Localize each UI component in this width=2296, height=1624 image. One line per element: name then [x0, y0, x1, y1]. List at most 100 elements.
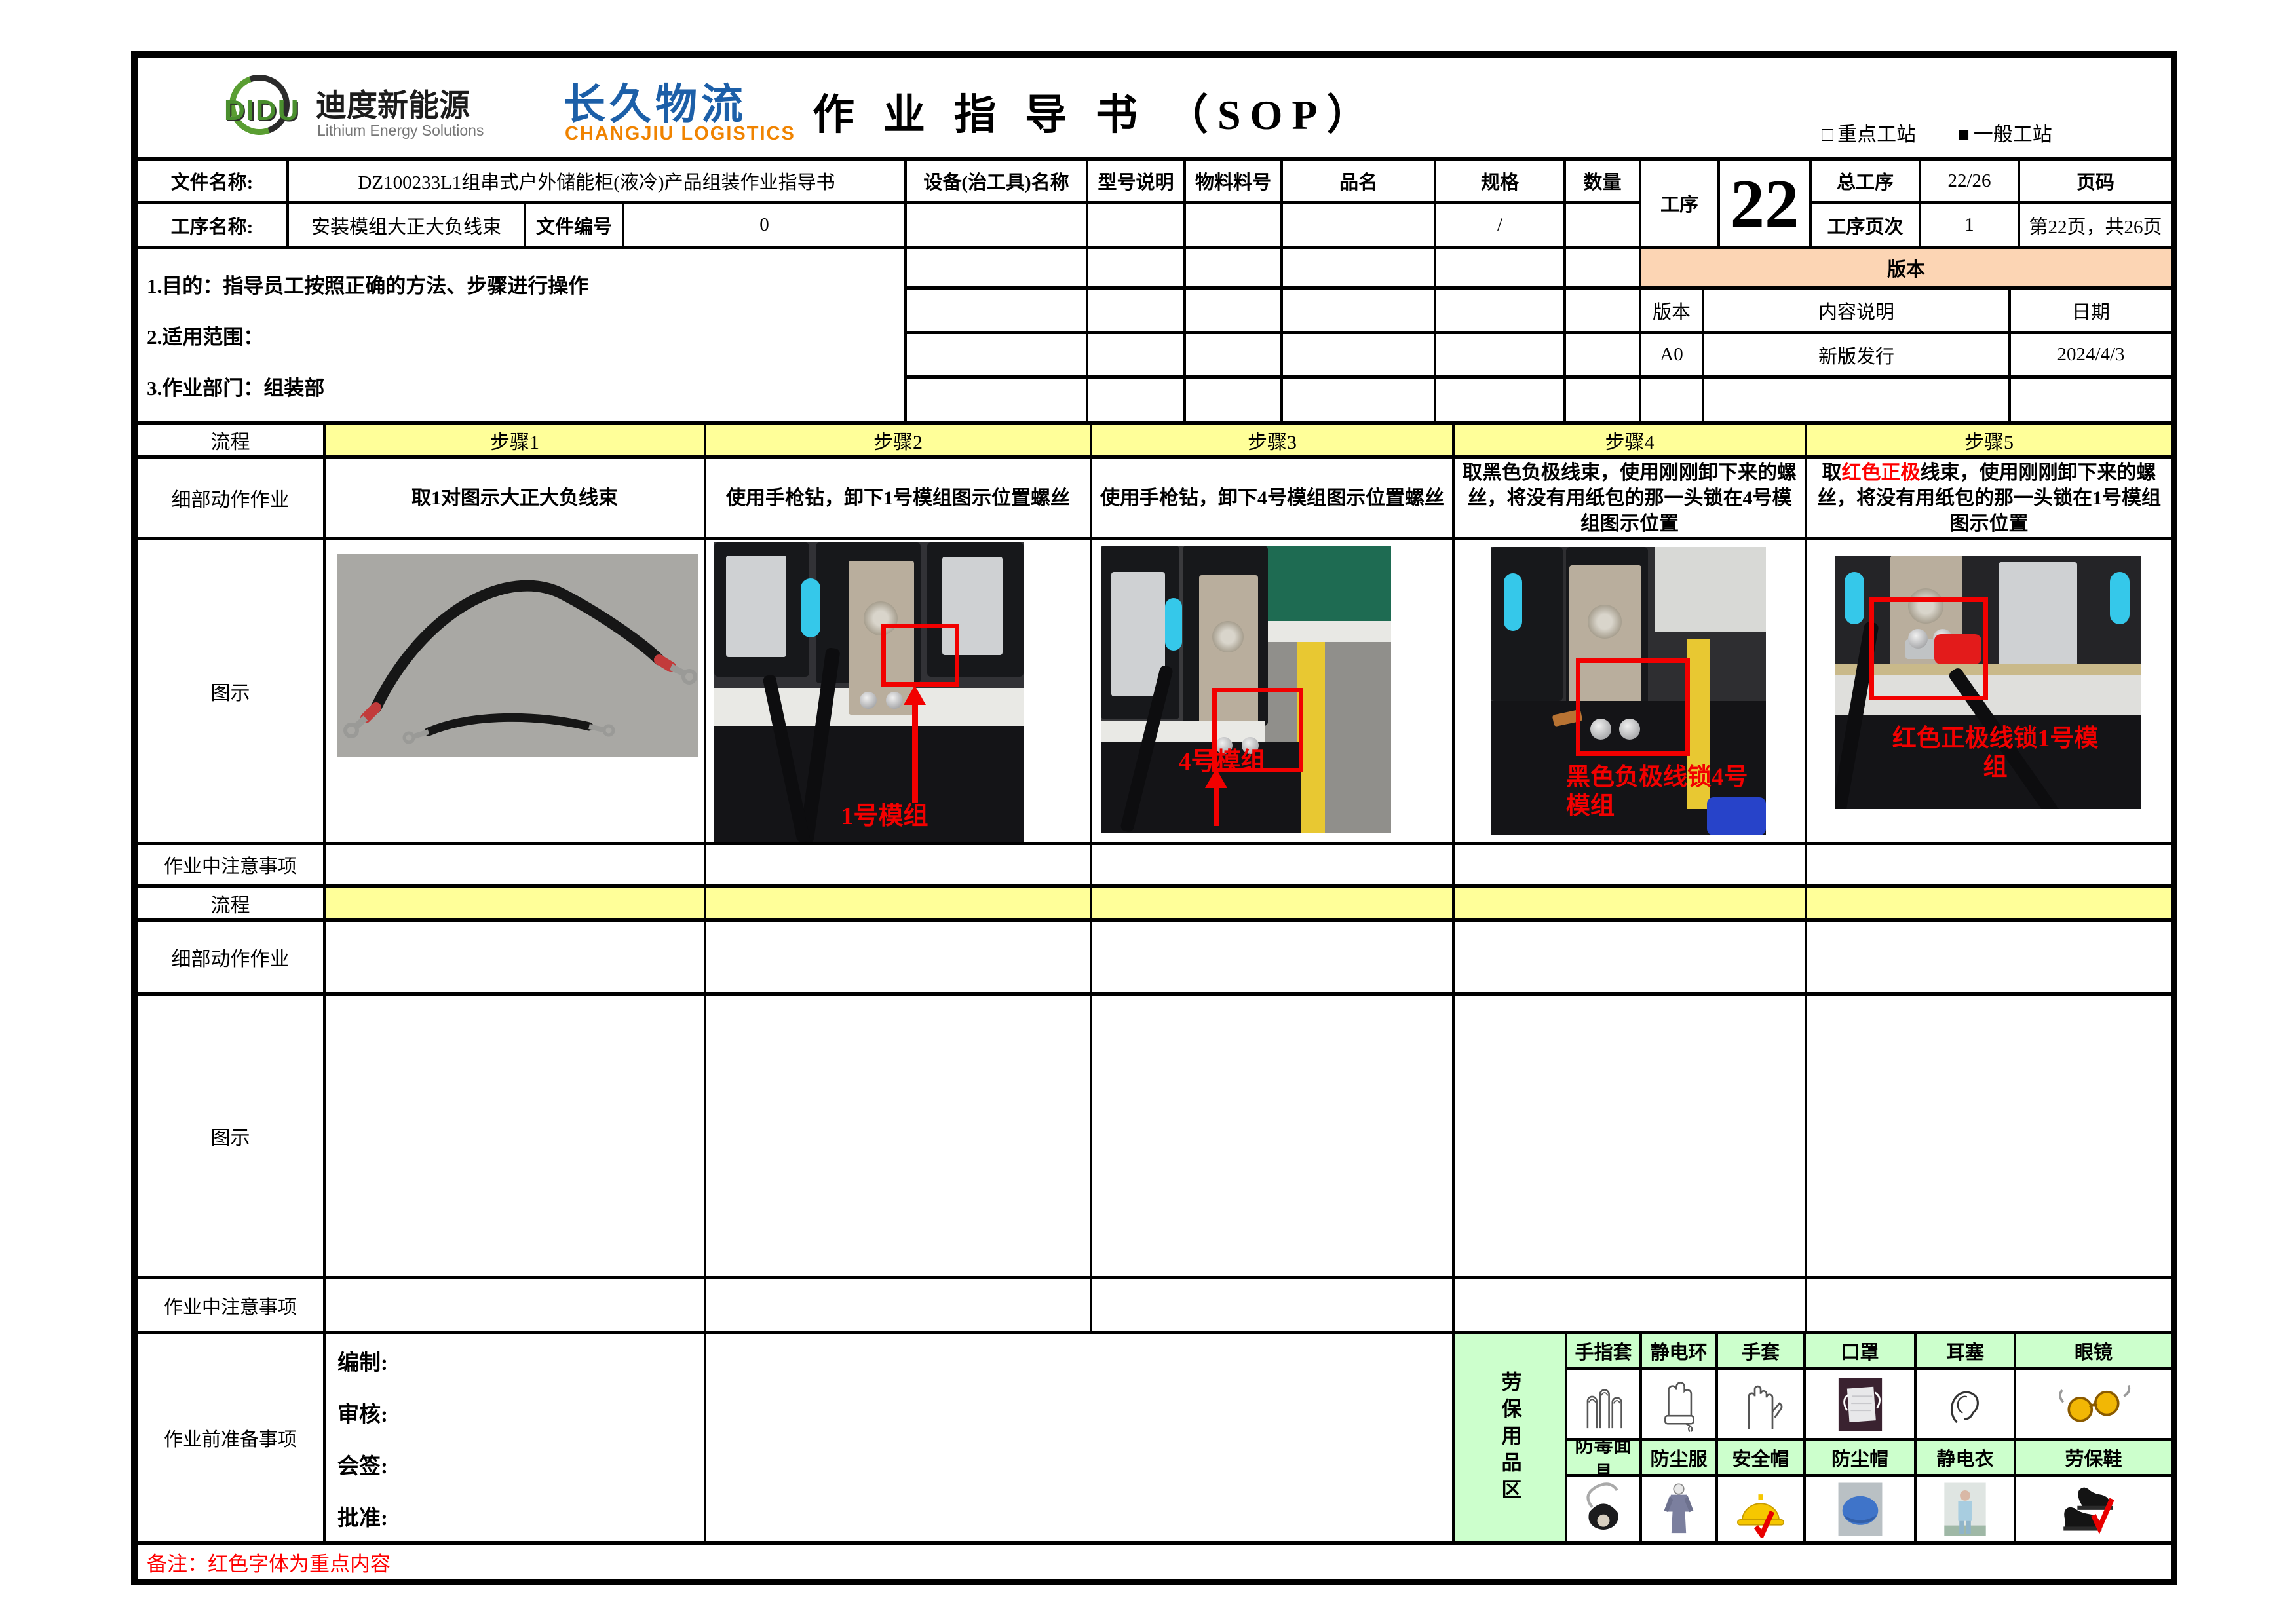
date-col-header: 日期 — [2011, 290, 2171, 334]
empty-cell — [1436, 290, 1566, 334]
photo-annotation: 红色正极线锁1号模组 — [1890, 725, 2100, 783]
process-page-label: 工序页次 — [1812, 204, 1921, 249]
station-key-label: 重点工站 — [1837, 124, 1916, 145]
ppe-label-helmet: 安全帽 — [1718, 1441, 1806, 1477]
empty-cell — [1566, 249, 1641, 290]
empty-cell — [1455, 845, 1807, 888]
empty-cell — [1088, 290, 1186, 334]
respirator-icon — [1567, 1477, 1642, 1545]
station-type-options: □重点工站 ■一般工站 — [1822, 118, 2052, 147]
arrow-head-icon — [904, 685, 926, 705]
empty-cell — [1186, 204, 1283, 249]
preparation-region: 作业前准备事项 编制: 审核: 会签: 批准: 劳保用品区 手指套 防毒面具 — [138, 1334, 2171, 1545]
detail-step-5-highlight: 红色正极 — [1842, 462, 1921, 483]
empty-cell — [326, 922, 706, 996]
photo-annotation: 1号模组 — [793, 802, 976, 832]
purpose-line-2: 2.适用范围： — [147, 320, 263, 350]
empty-cell — [1807, 888, 2171, 922]
empty-cell — [1186, 379, 1283, 425]
empty-cell — [1436, 334, 1566, 379]
didu-logo-icon: DIDU — [220, 72, 305, 143]
empty-cell — [1283, 249, 1436, 290]
empty-cell — [706, 845, 1092, 888]
detail-step-3: 使用手枪钻，卸下4号模组图示位置螺丝 — [1092, 459, 1455, 540]
changjiu-logo-tagline: CHANGJIU LOGISTICS — [565, 123, 795, 145]
safety-shoes-icon — [2016, 1477, 2171, 1545]
sign-field-approve: 批准: — [337, 1500, 388, 1532]
ppe-label-dust-suit: 防尘服 — [1642, 1441, 1718, 1477]
empty-cell — [1088, 249, 1186, 290]
caution-row-1: 作业中注意事项 — [138, 845, 2171, 888]
empty-cell — [1436, 249, 1566, 290]
module-photo-4: 红色正极线锁1号模组 — [1835, 556, 2141, 809]
empty-cell — [1092, 1279, 1455, 1334]
model-label: 型号说明 — [1088, 161, 1186, 204]
version-title: 版本 — [1641, 249, 2171, 290]
illustration-row-2: 图示 — [138, 996, 2171, 1279]
empty-cell — [1704, 379, 2011, 425]
empty-cell — [706, 888, 1092, 922]
page-value: 第22页，共26页 — [2020, 204, 2171, 249]
empty-cell — [706, 922, 1092, 996]
caution-label-2: 作业中注意事项 — [138, 1279, 326, 1334]
empty-cell — [706, 1279, 1092, 1334]
station-general-label: 一般工站 — [1974, 124, 2052, 145]
empty-cell — [907, 290, 1088, 334]
empty-cell — [1807, 845, 2171, 888]
empty-cell — [1283, 204, 1436, 249]
empty-cell — [1092, 996, 1455, 1279]
empty-cell — [907, 379, 1088, 425]
face-mask-icon — [1806, 1370, 1917, 1441]
flow-row-1: 流程 步骤1 步骤2 步骤3 步骤4 步骤5 — [138, 425, 2171, 459]
detail-row-2: 细部动作作业 — [138, 922, 2171, 996]
dust-cap-icon — [1806, 1477, 1917, 1545]
empty-cell — [1283, 334, 1436, 379]
step-header-4: 步骤4 — [1455, 425, 1807, 459]
empty-cell — [907, 204, 1088, 249]
step-header-2: 步骤2 — [706, 425, 1092, 459]
empty-cell — [907, 334, 1088, 379]
photo-step-2: 1号模组 — [706, 540, 1092, 845]
detail-step-5: 取红色正极线束，使用刚刚卸下来的螺丝，将没有用纸包的那一头锁在1号模组图示位置 — [1807, 459, 2171, 540]
detail-step-1: 取1对图示大正大负线束 — [326, 459, 706, 540]
dust-suit-icon — [1642, 1477, 1718, 1545]
empty-cell — [706, 996, 1092, 1279]
empty-cell — [1566, 204, 1641, 249]
total-process-value: 22/26 — [1921, 161, 2020, 204]
checkbox-unchecked-icon: □ — [1822, 124, 1833, 145]
qty-label: 数量 — [1566, 161, 1641, 204]
empty-cell — [1566, 334, 1641, 379]
empty-cell — [1092, 888, 1455, 922]
photo-step-4: 黑色负极线锁4号模组 — [1455, 540, 1807, 845]
photo-annotation: 黑色负极线锁4号模组 — [1566, 763, 1759, 821]
page-title: 作 业 指 导 书 （SOP） — [813, 81, 1377, 142]
detail-label-2: 细部动作作业 — [138, 922, 326, 996]
ppe-label-safety-shoes: 劳保鞋 — [2016, 1441, 2171, 1477]
didu-logo-tagline: Lithium Energy Solutions — [317, 122, 484, 140]
checkbox-checked-icon: ■ — [1958, 124, 1970, 145]
process-label: 工序 — [1641, 161, 1720, 249]
page-label: 页码 — [2020, 161, 2171, 204]
empty-cell — [1186, 290, 1283, 334]
purpose-line-3: 3.作业部门：组装部 — [147, 371, 324, 401]
empty-cell — [1807, 996, 2171, 1279]
detail-row-1: 细部动作作业 取1对图示大正大负线束 使用手枪钻，卸下1号模组图示位置螺丝 使用… — [138, 459, 2171, 540]
ppe-label-mask: 口罩 — [1806, 1334, 1917, 1370]
spec-value: / — [1436, 204, 1566, 249]
caution-row-2: 作业中注意事项 — [138, 1279, 2171, 1334]
version-row-desc: 新版发行 — [1704, 334, 2011, 379]
ppe-label-respirator: 防毒面具 — [1567, 1441, 1642, 1477]
process-page-value: 1 — [1921, 204, 2020, 249]
empty-cell — [1436, 379, 1566, 425]
highlight-box — [1869, 597, 1988, 700]
detail-label: 细部动作作业 — [138, 459, 326, 540]
ppe-label-finger-cots: 手指套 — [1567, 1334, 1642, 1370]
empty-cell — [1566, 379, 1641, 425]
empty-cell — [1092, 922, 1455, 996]
step-header-3: 步骤3 — [1092, 425, 1455, 459]
process-number: 22 — [1720, 161, 1812, 249]
didu-logo-name: 迪度新能源 — [316, 80, 470, 125]
flow-label: 流程 — [138, 425, 326, 459]
header-band: DIDU 迪度新能源 Lithium Energy Solutions 长久物流… — [138, 58, 2171, 161]
empty-cell — [1088, 204, 1186, 249]
